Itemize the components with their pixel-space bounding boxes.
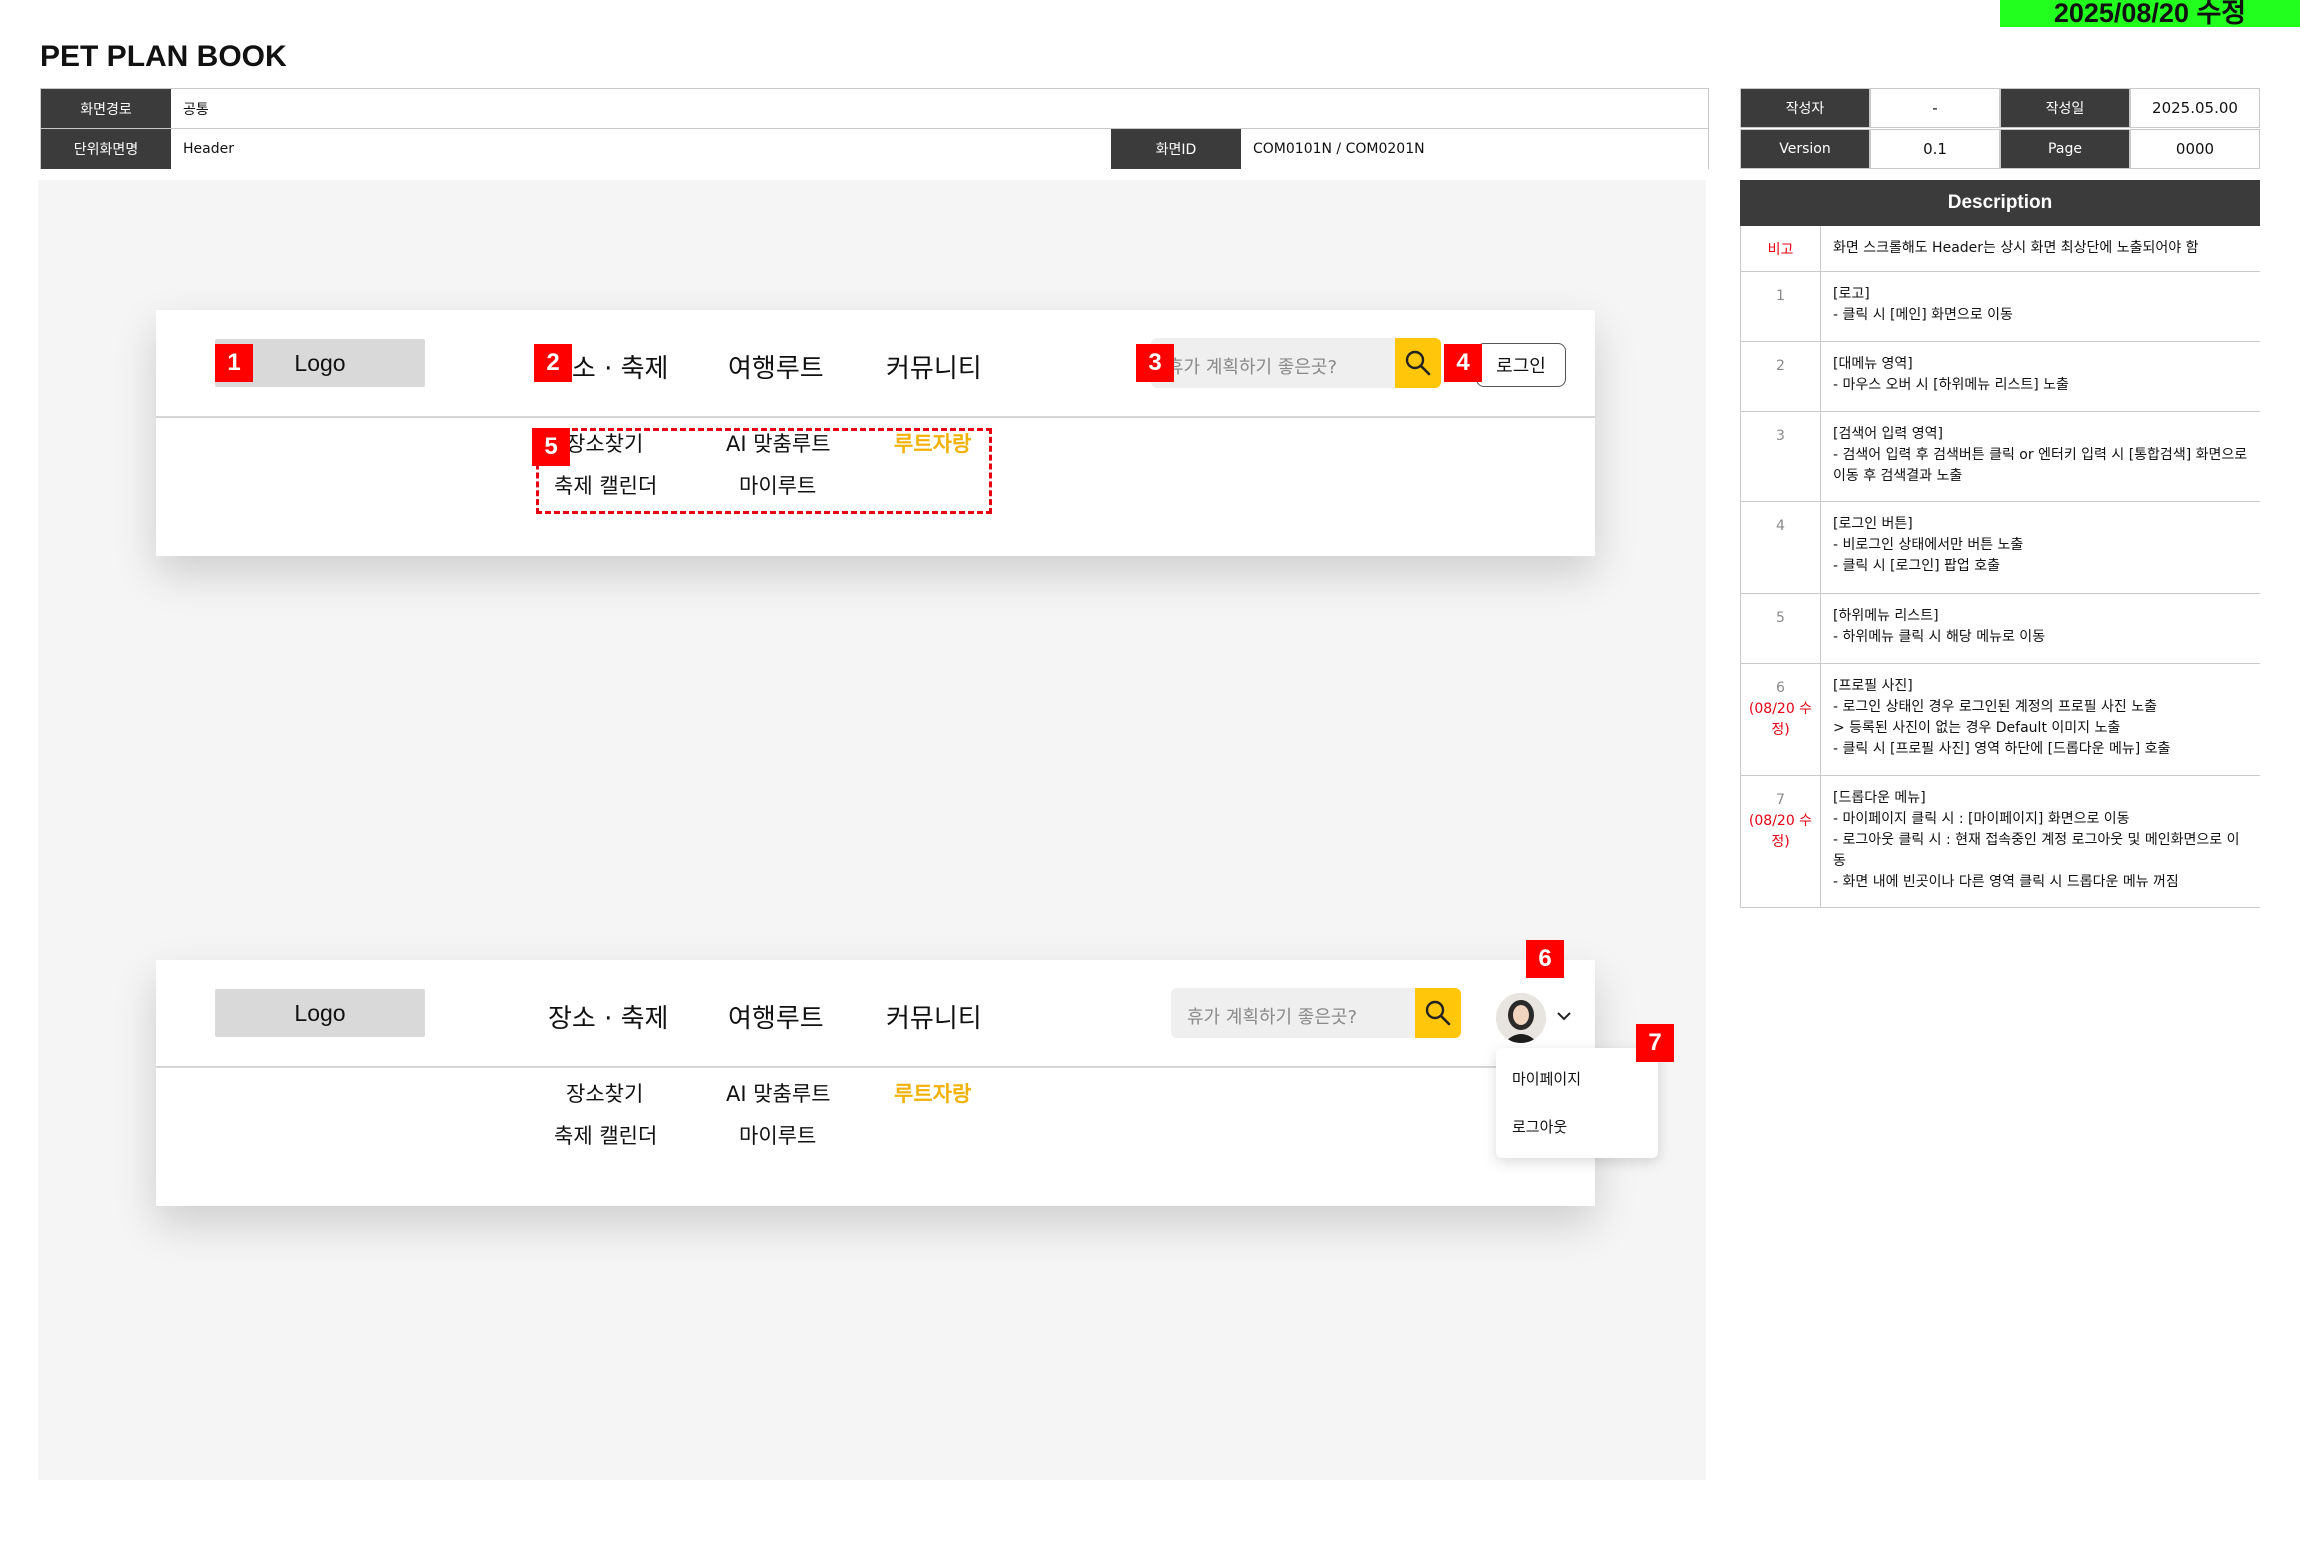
date-label: 작성일: [2000, 88, 2130, 128]
description-no: 7 (08/20 수정): [1741, 776, 1821, 907]
search-button[interactable]: [1395, 338, 1441, 388]
date-value: 2025.05.00: [2130, 88, 2260, 128]
update-tag: 2025/08/20 수정: [2000, 0, 2300, 27]
description-note: (08/20 수정): [1748, 813, 1813, 850]
description-no: 5: [1741, 594, 1821, 663]
marker-6: 6: [1526, 940, 1564, 978]
description-text: [로고] - 클릭 시 [메인] 화면으로 이동: [1833, 286, 2013, 323]
screen-info-table: 화면경로 공통 단위화면명 Header 화면ID COM0101N / COM…: [40, 88, 1709, 169]
submenu-route-showcase[interactable]: 루트자랑: [894, 1078, 971, 1108]
description-title: Description: [1740, 180, 2260, 226]
search-icon: [1425, 1000, 1451, 1026]
nav-community[interactable]: 커뮤니티: [886, 998, 982, 1035]
description-no: 2: [1741, 342, 1821, 411]
description-note: (08/20 수정): [1748, 701, 1813, 738]
profile-avatar[interactable]: [1496, 993, 1546, 1043]
chevron-down-icon[interactable]: [1552, 1004, 1576, 1028]
description-no-value: 6: [1776, 680, 1785, 696]
marker-3: 3: [1136, 344, 1174, 382]
description-text: 화면 스크롤해도 Header는 상시 화면 최상단에 노출되어야 함: [1833, 240, 2199, 256]
login-button[interactable]: 로그인: [1476, 343, 1566, 387]
submenu-ai-route[interactable]: AI 맞춤루트: [726, 1078, 831, 1108]
description-text: [드롭다운 메뉴] - 마이페이지 클릭 시 : [마이페이지] 화면으로 이동…: [1833, 790, 2240, 890]
screen-id-label: 화면ID: [1111, 129, 1241, 169]
description-no: 4: [1741, 502, 1821, 593]
search-icon: [1405, 350, 1431, 376]
header-logged-in: Logo 장소 · 축제 여행루트 커뮤니티 휴가 계획하기 좋은곳? 장소찾기…: [156, 940, 1674, 1206]
search-input[interactable]: 휴가 계획하기 좋은곳?: [1171, 988, 1461, 1038]
screen-path-label: 화면경로: [41, 89, 171, 128]
page-value: 0000: [2130, 129, 2260, 169]
description-row: 1 [로고] - 클릭 시 [메인] 화면으로 이동: [1740, 272, 2260, 342]
profile-dropdown-menu: 마이페이지 로그아웃: [1496, 1048, 1658, 1158]
marker-1: 1: [215, 344, 253, 382]
description-text: [하위메뉴 리스트] - 하위메뉴 클릭 시 해당 메뉴로 이동: [1833, 608, 2046, 645]
description-row: 4 [로그인 버튼] - 비로그인 상태에서만 버튼 노출 - 클릭 시 [로그…: [1740, 502, 2260, 594]
header-bar: Logo 장소 · 축제 여행루트 커뮤니티 휴가 계획하기 좋은곳?: [156, 960, 1595, 1068]
header-bar: Logo 장소 · 축제 여행루트 커뮤니티 휴가 계획하기 좋은곳? 로그인: [156, 310, 1595, 418]
marker-7: 7: [1636, 1024, 1674, 1062]
marker-2: 2: [534, 344, 572, 382]
description-text: [프로필 사진] - 로그인 상태인 경우 로그인된 계정의 프로필 사진 노출…: [1833, 678, 2171, 757]
dropdown-logout[interactable]: 로그아웃: [1512, 1116, 1567, 1137]
page-label: Page: [2000, 129, 2130, 169]
submenu-festival-calendar[interactable]: 축제 캘린더: [554, 1120, 657, 1150]
author-label: 작성자: [1740, 88, 1870, 128]
wireframe-canvas: Logo 장소 · 축제 여행루트 커뮤니티 휴가 계획하기 좋은곳? 로그인 …: [38, 180, 1706, 1480]
unit-screen-value: Header: [171, 129, 1111, 169]
nav-travel-route[interactable]: 여행루트: [728, 348, 824, 385]
description-text: [검색어 입력 영역] - 검색어 입력 후 검색버튼 클릭 or 엔터키 입력…: [1833, 426, 2248, 484]
screen-path-value: 공통: [171, 89, 1708, 128]
screen-id-value: COM0101N / COM0201N: [1241, 129, 1708, 169]
description-no-value: 7: [1776, 792, 1785, 808]
description-no: 6 (08/20 수정): [1741, 664, 1821, 775]
profile-photo-icon: [1496, 993, 1546, 1043]
logo[interactable]: Logo: [215, 989, 425, 1037]
doc-meta-table: 작성자 - 작성일 2025.05.00 Version 0.1 Page 00…: [1740, 88, 2260, 169]
version-value: 0.1: [1870, 129, 2000, 169]
unit-screen-label: 단위화면명: [41, 129, 171, 169]
search-button[interactable]: [1415, 988, 1461, 1038]
marker-5: 5: [532, 428, 570, 466]
description-no: 비고: [1741, 226, 1821, 271]
document-title: PET PLAN BOOK: [40, 40, 287, 73]
description-row: 비고 화면 스크롤해도 Header는 상시 화면 최상단에 노출되어야 함: [1740, 226, 2260, 272]
dropdown-mypage[interactable]: 마이페이지: [1512, 1068, 1581, 1089]
nav-places-festivals[interactable]: 장소 · 축제: [548, 998, 668, 1035]
submenu-my-route[interactable]: 마이루트: [739, 1120, 816, 1150]
search-placeholder: 휴가 계획하기 좋은곳?: [1187, 1007, 1358, 1028]
nav-community[interactable]: 커뮤니티: [886, 348, 982, 385]
submenu-highlight-box: [536, 428, 992, 514]
description-row: 5 [하위메뉴 리스트] - 하위메뉴 클릭 시 해당 메뉴로 이동: [1740, 594, 2260, 664]
version-label: Version: [1740, 129, 1870, 169]
description-text: [대메뉴 영역] - 마우스 오버 시 [하위메뉴 리스트] 노출: [1833, 356, 2069, 393]
search-placeholder: 휴가 계획하기 좋은곳?: [1167, 357, 1338, 378]
submenu-find-places[interactable]: 장소찾기: [566, 1078, 643, 1108]
description-no: 3: [1741, 412, 1821, 501]
description-row: 6 (08/20 수정) [프로필 사진] - 로그인 상태인 경우 로그인된 …: [1740, 664, 2260, 776]
description-panel: Description 비고 화면 스크롤해도 Header는 상시 화면 최상…: [1740, 180, 2260, 908]
description-text: [로그인 버튼] - 비로그인 상태에서만 버튼 노출 - 클릭 시 [로그인]…: [1833, 516, 2024, 574]
description-row: 2 [대메뉴 영역] - 마우스 오버 시 [하위메뉴 리스트] 노출: [1740, 342, 2260, 412]
description-no: 1: [1741, 272, 1821, 341]
description-row: 3 [검색어 입력 영역] - 검색어 입력 후 검색버튼 클릭 or 엔터키 …: [1740, 412, 2260, 502]
header-logged-out: Logo 장소 · 축제 여행루트 커뮤니티 휴가 계획하기 좋은곳? 로그인 …: [156, 310, 1595, 556]
author-value: -: [1870, 88, 2000, 128]
search-input[interactable]: 휴가 계획하기 좋은곳?: [1151, 338, 1441, 388]
nav-travel-route[interactable]: 여행루트: [728, 998, 824, 1035]
description-row: 7 (08/20 수정) [드롭다운 메뉴] - 마이페이지 클릭 시 : [마…: [1740, 776, 2260, 908]
marker-4: 4: [1444, 344, 1482, 382]
